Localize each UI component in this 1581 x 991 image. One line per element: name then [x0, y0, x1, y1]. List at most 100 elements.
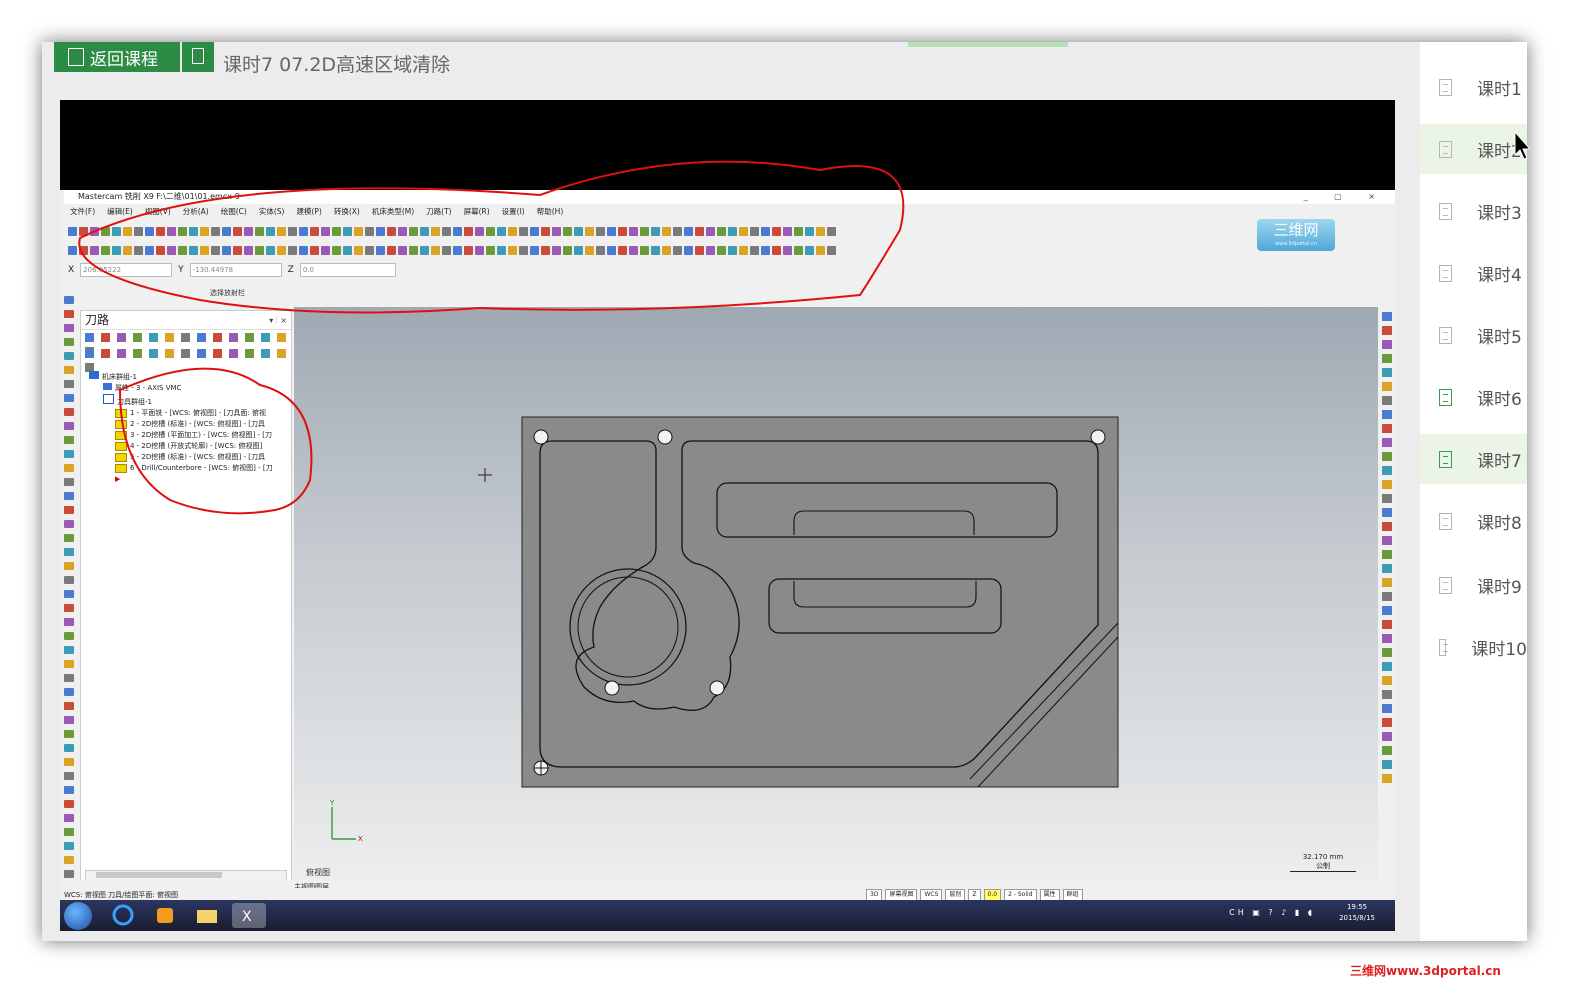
toolbar-button-icon[interactable]	[64, 744, 74, 752]
toolbar-button-icon[interactable]	[64, 366, 74, 374]
toolbar-button-icon[interactable]	[442, 246, 451, 255]
toolbar-button-icon[interactable]	[90, 227, 99, 236]
toolbar-button-icon[interactable]	[717, 246, 726, 255]
menu-edit[interactable]: 编辑(E)	[107, 206, 133, 217]
toolbar-button-icon[interactable]	[761, 227, 770, 236]
toolbar-button-icon[interactable]	[200, 246, 209, 255]
toolbar-button-icon[interactable]	[64, 800, 74, 808]
toolbar-button-icon[interactable]	[805, 246, 814, 255]
toolbar-button-icon[interactable]	[149, 349, 158, 358]
toolbar-button-icon[interactable]	[596, 246, 605, 255]
toolbar-button-icon[interactable]	[1382, 648, 1392, 657]
toolbar-button-icon[interactable]	[64, 828, 74, 836]
tree-node-operation[interactable]: 4 - 2D挖槽 (开放式轮廓) - [WCS: 俯视图]	[89, 441, 273, 452]
toolbar-button-icon[interactable]	[64, 688, 74, 696]
toolbar-button-icon[interactable]	[662, 227, 671, 236]
toolbar-button-icon[interactable]	[68, 227, 77, 236]
mastercam-taskbar-icon[interactable]: X	[232, 903, 266, 928]
toolbar-button-icon[interactable]	[64, 534, 74, 542]
toolbar-button-icon[interactable]	[332, 246, 341, 255]
toolbar-button-icon[interactable]	[200, 227, 209, 236]
toolbar-button-icon[interactable]	[64, 716, 74, 724]
toolbar-button-icon[interactable]	[552, 246, 561, 255]
toolbar-button-icon[interactable]	[101, 246, 110, 255]
toolbar-button-icon[interactable]	[1382, 746, 1392, 755]
toolbar-button-icon[interactable]	[165, 333, 174, 342]
toolbar-button-icon[interactable]	[827, 227, 836, 236]
toolbar-button-icon[interactable]	[123, 246, 132, 255]
toolbar-button-icon[interactable]	[1382, 354, 1392, 363]
y-coordinate-field[interactable]: -130.44978	[189, 263, 282, 277]
tree-node-operation[interactable]: 3 - 2D挖槽 (平面加工) - [WCS: 俯视图] - [刀	[89, 430, 273, 441]
menu-toolpaths[interactable]: 刀路(T)	[426, 206, 451, 217]
toolbar-button-icon[interactable]	[629, 246, 638, 255]
toolbar-button-icon[interactable]	[772, 227, 781, 236]
toolbar-button-icon[interactable]	[750, 246, 759, 255]
toolbar-button-icon[interactable]	[64, 590, 74, 598]
toolbar-button-icon[interactable]	[64, 548, 74, 556]
toolbar-button-icon[interactable]	[1382, 718, 1392, 727]
toolbar-button-icon[interactable]	[229, 333, 238, 342]
sidebar-item-lesson-6[interactable]: 课时6	[1420, 372, 1527, 422]
toolbar-button-icon[interactable]	[1382, 760, 1392, 769]
toolbar-button-icon[interactable]	[1382, 452, 1392, 461]
toolbar-button-icon[interactable]	[261, 333, 270, 342]
toolbar-button-icon[interactable]	[64, 814, 74, 822]
toolbar-button-icon[interactable]	[85, 349, 94, 358]
toolbar-button-icon[interactable]	[255, 246, 264, 255]
toolbar-button-icon[interactable]	[464, 246, 473, 255]
toolbar-row-1[interactable]	[68, 225, 868, 239]
sidebar-item-lesson-10[interactable]: 课时10	[1420, 622, 1527, 672]
toolbar-button-icon[interactable]	[497, 246, 506, 255]
toolbar-button-icon[interactable]	[541, 246, 550, 255]
toolbar-button-icon[interactable]	[134, 246, 143, 255]
menu-analyze[interactable]: 分析(A)	[183, 206, 209, 217]
toolbar-button-icon[interactable]	[64, 338, 74, 346]
left-toolbar[interactable]	[60, 290, 78, 906]
toolbar-button-icon[interactable]	[64, 730, 74, 738]
toolbar-button-icon[interactable]	[117, 333, 126, 342]
toolbar-button-icon[interactable]	[354, 246, 363, 255]
toolbar-button-icon[interactable]	[79, 227, 88, 236]
toolbar-button-icon[interactable]	[197, 333, 206, 342]
toolbar-button-icon[interactable]	[64, 394, 74, 402]
toolbar-button-icon[interactable]	[64, 842, 74, 850]
toolbar-button-icon[interactable]	[1382, 662, 1392, 671]
toolbar-button-icon[interactable]	[165, 349, 174, 358]
ie-icon[interactable]	[106, 903, 140, 928]
toolbar-button-icon[interactable]	[816, 246, 825, 255]
toolbar-button-icon[interactable]	[277, 227, 286, 236]
toolbar-button-icon[interactable]	[640, 227, 649, 236]
sidebar-item-lesson-1[interactable]: 课时1	[1420, 62, 1527, 112]
toolbar-button-icon[interactable]	[222, 227, 231, 236]
menu-xform[interactable]: 转换(X)	[334, 206, 360, 217]
toolbar-button-icon[interactable]	[794, 246, 803, 255]
toolbar-button-icon[interactable]	[398, 246, 407, 255]
toolbar-button-icon[interactable]	[1382, 522, 1392, 531]
toolbar-button-icon[interactable]	[64, 380, 74, 388]
toolbar-button-icon[interactable]	[117, 349, 126, 358]
panel-controls[interactable]: ▾ ⫶ ×	[269, 312, 287, 330]
toolbar-button-icon[interactable]	[134, 227, 143, 236]
toolbar-button-icon[interactable]	[475, 246, 484, 255]
toolbar-button-icon[interactable]	[1382, 578, 1392, 587]
tree-node-operation[interactable]: 2 - 2D挖槽 (标准) - [WCS: 俯视图] - [刀具	[89, 419, 273, 430]
tree-node-machine-group[interactable]: 机床群组-1	[89, 371, 273, 383]
toolbar-button-icon[interactable]	[607, 246, 616, 255]
toolbar-button-icon[interactable]	[541, 227, 550, 236]
toolbar-button-icon[interactable]	[530, 246, 539, 255]
right-toolbar[interactable]	[1378, 307, 1395, 783]
menu-solids[interactable]: 实体(S)	[259, 206, 285, 217]
scroll-thumb[interactable]	[96, 872, 222, 878]
toolbar-button-icon[interactable]	[261, 349, 270, 358]
toolbar-button-icon[interactable]	[706, 246, 715, 255]
toolbar-button-icon[interactable]	[1382, 480, 1392, 489]
toolbar-button-icon[interactable]	[585, 227, 594, 236]
toolbar-button-icon[interactable]	[343, 227, 352, 236]
toolbar-button-icon[interactable]	[244, 227, 253, 236]
toolbar-button-icon[interactable]	[1382, 494, 1392, 503]
toolbar-button-icon[interactable]	[684, 246, 693, 255]
toolbar-button-icon[interactable]	[1382, 396, 1392, 405]
toolbar-button-icon[interactable]	[420, 246, 429, 255]
menu-file[interactable]: 文件(F)	[70, 206, 95, 217]
